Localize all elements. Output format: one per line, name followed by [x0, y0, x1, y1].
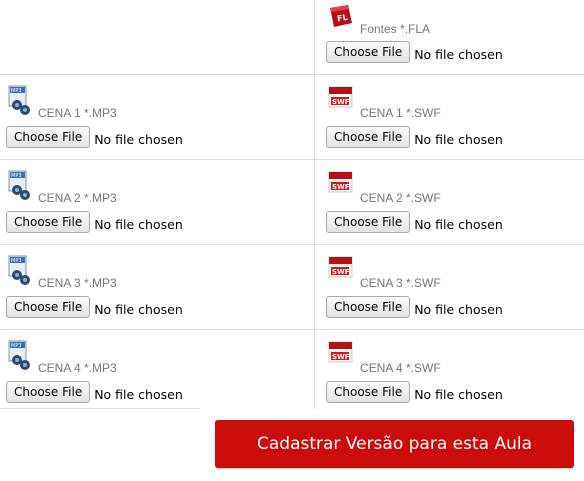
- file-input-mp3[interactable]: Choose File No file chosen: [6, 296, 183, 318]
- upload-cell-mp3: MP3 CENA 1 *.MP3 Choose File No file chos…: [6, 75, 306, 159]
- upload-row-cena-2: MP3 CENA 2 *.MP3 Choose File No file chos…: [0, 160, 584, 245]
- file-input-mp3[interactable]: Choose File No file chosen: [6, 211, 183, 233]
- file-status-text: No file chosen: [94, 386, 183, 402]
- choose-file-button[interactable]: Choose File: [6, 296, 91, 318]
- svg-text:MP3: MP3: [11, 88, 22, 94]
- upload-row-cena-1: MP3 CENA 1 *.MP3 Choose File No file chos…: [0, 75, 584, 160]
- submit-version-button[interactable]: Cadastrar Versão para esta Aula: [215, 420, 574, 468]
- file-input-swf[interactable]: Choose File No file chosen: [326, 381, 503, 403]
- file-label: CENA 2 *.MP3: [38, 191, 117, 205]
- upload-cell-mp3: MP3 CENA 2 *.MP3 Choose File No file chos…: [6, 160, 306, 244]
- file-label: CENA 1 *.MP3: [38, 106, 117, 120]
- file-status-text: No file chosen: [94, 301, 183, 317]
- file-status-text: No file chosen: [414, 46, 503, 62]
- choose-file-button[interactable]: Choose File: [326, 381, 411, 403]
- upload-cell-swf: SWF CENA 3 *.SWF Choose File No file chos…: [326, 245, 576, 329]
- mp3-file-icon: MP3: [8, 340, 34, 370]
- upload-cell-swf: SWF CENA 2 *.SWF Choose File No file chos…: [326, 160, 576, 244]
- file-input-fla[interactable]: Choose File No file chosen: [326, 41, 503, 63]
- file-label: CENA 1 *.SWF: [360, 106, 441, 120]
- upload-cell-fla: FL Fontes *.FLA Choose File No file chose…: [326, 0, 576, 74]
- swf-file-icon: SWF: [328, 85, 354, 115]
- choose-file-button[interactable]: Choose File: [326, 41, 411, 63]
- choose-file-button[interactable]: Choose File: [326, 126, 411, 148]
- choose-file-button[interactable]: Choose File: [6, 381, 91, 403]
- svg-text:FL: FL: [336, 13, 348, 24]
- upload-row-cena-3: MP3 CENA 3 *.MP3 Choose File No file chos…: [0, 245, 584, 330]
- mp3-file-icon: MP3: [8, 85, 34, 115]
- upload-row-cena-4: MP3 CENA 4 *.MP3 Choose File No file chos…: [0, 330, 584, 414]
- file-status-text: No file chosen: [414, 216, 503, 232]
- svg-text:MP3: MP3: [11, 258, 22, 264]
- choose-file-button[interactable]: Choose File: [326, 211, 411, 233]
- svg-text:SWF: SWF: [332, 353, 350, 361]
- file-status-text: No file chosen: [94, 216, 183, 232]
- file-input-swf[interactable]: Choose File No file chosen: [326, 296, 503, 318]
- file-status-text: No file chosen: [414, 386, 503, 402]
- file-label: Fontes *.FLA: [360, 22, 431, 36]
- file-status-text: No file chosen: [414, 301, 503, 317]
- svg-text:MP3: MP3: [11, 173, 22, 179]
- choose-file-button[interactable]: Choose File: [6, 126, 91, 148]
- mp3-file-icon: MP3: [8, 170, 34, 200]
- svg-text:MP3: MP3: [11, 343, 22, 349]
- file-input-mp3[interactable]: Choose File No file chosen: [6, 381, 183, 403]
- upload-row-fontes: FL Fontes *.FLA Choose File No file chose…: [0, 0, 584, 75]
- file-label: CENA 2 *.SWF: [360, 191, 441, 205]
- choose-file-button[interactable]: Choose File: [326, 296, 411, 318]
- upload-cell-swf: SWF CENA 4 *.SWF Choose File No file chos…: [326, 330, 576, 414]
- file-label: CENA 4 *.SWF: [360, 361, 441, 375]
- file-status-text: No file chosen: [94, 131, 183, 147]
- file-input-swf[interactable]: Choose File No file chosen: [326, 126, 503, 148]
- swf-file-icon: SWF: [328, 255, 354, 285]
- file-label: CENA 4 *.MP3: [38, 361, 117, 375]
- svg-text:SWF: SWF: [332, 268, 350, 276]
- svg-text:SWF: SWF: [332, 98, 350, 106]
- file-status-text: No file chosen: [414, 131, 503, 147]
- flash-fla-icon: FL: [328, 4, 354, 34]
- upload-cell-mp3: MP3 CENA 4 *.MP3 Choose File No file chos…: [6, 330, 306, 414]
- swf-file-icon: SWF: [328, 340, 354, 370]
- file-input-mp3[interactable]: Choose File No file chosen: [6, 126, 183, 148]
- file-label: CENA 3 *.MP3: [38, 276, 117, 290]
- choose-file-button[interactable]: Choose File: [6, 211, 91, 233]
- file-input-swf[interactable]: Choose File No file chosen: [326, 211, 503, 233]
- upload-cell-mp3: MP3 CENA 3 *.MP3 Choose File No file chos…: [6, 245, 306, 329]
- upload-grid: FL Fontes *.FLA Choose File No file chose…: [0, 0, 584, 414]
- upload-cell-swf: SWF CENA 1 *.SWF Choose File No file chos…: [326, 75, 576, 159]
- svg-text:SWF: SWF: [332, 183, 350, 191]
- file-label: CENA 3 *.SWF: [360, 276, 441, 290]
- swf-file-icon: SWF: [328, 170, 354, 200]
- mp3-file-icon: MP3: [8, 255, 34, 285]
